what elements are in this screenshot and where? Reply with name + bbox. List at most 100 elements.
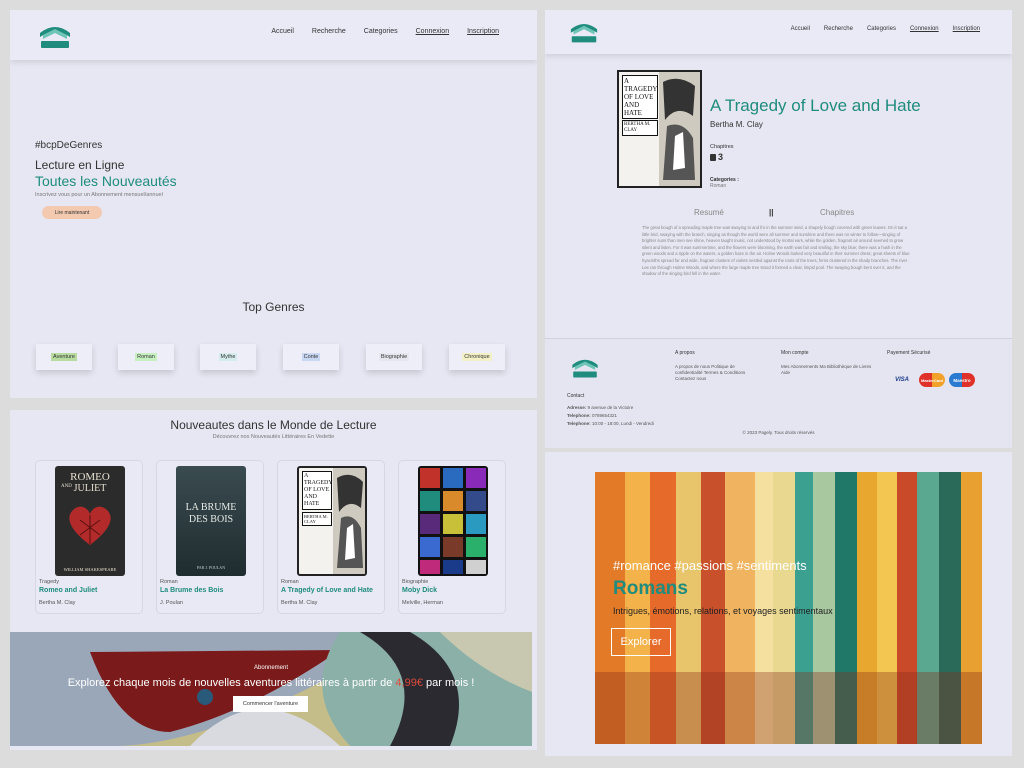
footer-address: Adresse: 9 avenue de la Victoire bbox=[567, 405, 633, 411]
category-value: Roman bbox=[710, 183, 727, 189]
subscription-text-after: par mois ! bbox=[426, 677, 475, 689]
nav-inscription[interactable]: Inscription bbox=[467, 28, 499, 35]
romans-banner[interactable]: #romance #passions #sentiments Romans In… bbox=[595, 472, 982, 744]
phone-label: Telephone: bbox=[567, 413, 591, 418]
engraving-illustration bbox=[333, 468, 365, 574]
romans-hashtags: #romance #passions #sentiments bbox=[613, 558, 807, 573]
cover-title-2: JULIET bbox=[73, 483, 107, 494]
genre-card-chronique[interactable]: Chronique bbox=[449, 344, 505, 370]
heart-illustration bbox=[69, 506, 111, 545]
genre-card-roman[interactable]: Roman bbox=[118, 344, 174, 370]
address-label: Adresse: bbox=[567, 405, 587, 410]
book-author: J. Poulan bbox=[160, 600, 183, 606]
home-hero-panel: Accueil Recherche Categories Connexion I… bbox=[10, 10, 537, 398]
footer-account-links[interactable]: Mes Abonnements Ma Bibliothèque de Livre… bbox=[781, 364, 875, 376]
maestro-logo: Maestro bbox=[949, 373, 975, 387]
visa-logo: VISA bbox=[887, 373, 917, 387]
romans-subtitle: Intrigues, émotions, relations, et voyag… bbox=[613, 606, 833, 616]
mastercard-label: MasterCard bbox=[920, 377, 943, 383]
book-card-tragedy[interactable]: A TRAGEDY OF LOVE AND HATE BERTHA M. CLA… bbox=[277, 460, 385, 614]
genre-label: Mythe bbox=[218, 353, 238, 361]
nav-connexion[interactable]: Connexion bbox=[416, 28, 449, 35]
hours-value: 10:00 - 18:00, Lundi - Vendredi bbox=[591, 421, 654, 426]
tab-chapitres[interactable]: Chapitres bbox=[820, 208, 854, 217]
genre-card-mythe[interactable]: Mythe bbox=[200, 344, 256, 370]
book-title[interactable]: Romeo and Juliet bbox=[39, 587, 97, 594]
visa-label: VISA bbox=[894, 377, 909, 383]
subscription-text-before: Explorez chaque mois de nouvelles aventu… bbox=[67, 677, 393, 689]
book-card-la-brume[interactable]: LA BRUME DES BOIS PAR J. POULAN Roman La… bbox=[156, 460, 264, 614]
footer-account-title: Mon compte bbox=[781, 350, 809, 356]
nav-connexion[interactable]: Connexion bbox=[910, 26, 939, 32]
footer-about-title: A propos bbox=[675, 350, 695, 356]
pagely-logo[interactable] bbox=[36, 19, 74, 51]
nav-accueil[interactable]: Accueil bbox=[791, 26, 810, 32]
detail-book-cover: A TRAGEDY OF LOVE AND HATE BERTHA M. CLA… bbox=[617, 70, 702, 188]
romans-title: Romans bbox=[613, 578, 688, 599]
phone-value: 0789654321 bbox=[591, 413, 617, 418]
top-nav: Accueil Recherche Categories Connexion I… bbox=[10, 10, 537, 60]
footer-contact-title: Contact bbox=[567, 393, 585, 399]
cover-author: PAR J. POULAN bbox=[196, 565, 226, 570]
nav-categories[interactable]: Categories bbox=[867, 26, 896, 32]
book-cover: A TRAGEDY OF LOVE AND HATE BERTHA M. CLA… bbox=[297, 466, 367, 576]
hero-subtitle: Inscrivez vous pour un Abonnement mensue… bbox=[35, 192, 163, 198]
book-card-romeo-juliet[interactable]: ROMEO AND JULIET WILLIAM SHAKESPEARE Tra… bbox=[35, 460, 143, 614]
top-nav: Accueil Recherche Categories Connexion I… bbox=[545, 10, 1012, 54]
book-detail-panel: Accueil Recherche Categories Connexion I… bbox=[545, 10, 1012, 338]
top-genres-title: Top Genres bbox=[242, 300, 305, 314]
new-books-title: Nouveautes dans le Monde de Lecture bbox=[170, 418, 377, 432]
book-author: Bertha M. Clay bbox=[281, 600, 318, 606]
book-card-moby-dick[interactable]: Biographie Moby Dick Melville, Herman bbox=[398, 460, 506, 614]
pagely-logo[interactable] bbox=[567, 17, 601, 45]
hero-hashtag: #bcpDeGenres bbox=[35, 140, 103, 151]
hours-label: Telephone: bbox=[567, 421, 591, 426]
commencer-aventure-button[interactable]: Commencer l'aventure bbox=[233, 696, 308, 712]
cover-author: BERTHA M. CLAY bbox=[302, 512, 332, 526]
book-title[interactable]: A Tragedy of Love and Hate bbox=[281, 587, 373, 594]
book-title[interactable]: La Brume des Bois bbox=[160, 587, 223, 594]
genre-card-conte[interactable]: Conte bbox=[283, 344, 339, 370]
book-author: Melville, Herman bbox=[402, 600, 443, 606]
romans-panel: #romance #passions #sentiments Romans In… bbox=[545, 452, 1012, 756]
subscription-text: Explorez chaque mois de nouvelles aventu… bbox=[10, 677, 532, 689]
book-category: Biographie bbox=[402, 579, 429, 585]
nav-accueil[interactable]: Accueil bbox=[271, 28, 294, 35]
genre-card-biographie[interactable]: Biographie bbox=[366, 344, 422, 370]
genre-label: Chronique bbox=[462, 353, 492, 361]
chapters-count: 3 bbox=[718, 152, 724, 162]
lire-maintenant-button[interactable]: Lire maintenant bbox=[42, 206, 102, 219]
book-author: Bertha M. Clay bbox=[39, 600, 76, 606]
explorer-button[interactable]: Explorer bbox=[611, 628, 671, 656]
genre-card-aventure[interactable]: Aventure bbox=[36, 344, 92, 370]
tab-resume[interactable]: Resumé bbox=[694, 208, 724, 217]
detail-author: Bertha M. Clay bbox=[710, 120, 763, 129]
nav-inscription[interactable]: Inscription bbox=[953, 26, 980, 32]
genre-label: Aventure bbox=[51, 353, 77, 361]
nav-recherche[interactable]: Recherche bbox=[312, 28, 346, 35]
chapters-label: Chapitres bbox=[710, 144, 734, 150]
detail-title: A Tragedy of Love and Hate bbox=[710, 96, 921, 115]
collage-illustration bbox=[420, 468, 486, 574]
chapters-count-row: 3 bbox=[710, 152, 723, 162]
genre-label: Biographie bbox=[378, 353, 410, 361]
cover-title: A TRAGEDY OF LOVE AND HATE bbox=[302, 471, 333, 510]
footer-payment-title: Payement Sécurisé bbox=[887, 350, 931, 356]
footer-about-links[interactable]: A propos de nous Politique de confidenti… bbox=[675, 364, 755, 382]
footer-panel: A propos A propos de nous Politique de c… bbox=[545, 338, 1012, 448]
cover-author: WILLIAM SHAKESPEARE bbox=[63, 567, 117, 572]
nav-categories[interactable]: Categories bbox=[364, 28, 398, 35]
book-category: Tragedy bbox=[39, 579, 59, 585]
engraving-illustration bbox=[659, 72, 700, 186]
footer-hours: Telephone: 10:00 - 18:00, Lundi - Vendre… bbox=[567, 421, 654, 427]
book-cover: LA BRUME DES BOIS PAR J. POULAN bbox=[176, 466, 246, 576]
subscription-price: 4,99€ bbox=[395, 677, 423, 689]
book-category: Roman bbox=[160, 579, 178, 585]
new-books-panel: Nouveautes dans le Monde de Lecture Déco… bbox=[10, 410, 537, 750]
cover-author: BERTHA M. CLAY bbox=[622, 120, 658, 136]
nav-recherche[interactable]: Recherche bbox=[824, 26, 853, 32]
summary-text: The great bough of a spreading maple tre… bbox=[642, 225, 910, 277]
book-title[interactable]: Moby Dick bbox=[402, 587, 437, 594]
new-books-subtitle: Découvrez nos Nouveautés Littéraires En … bbox=[212, 434, 335, 440]
mastercard-logo: MasterCard bbox=[919, 373, 945, 387]
